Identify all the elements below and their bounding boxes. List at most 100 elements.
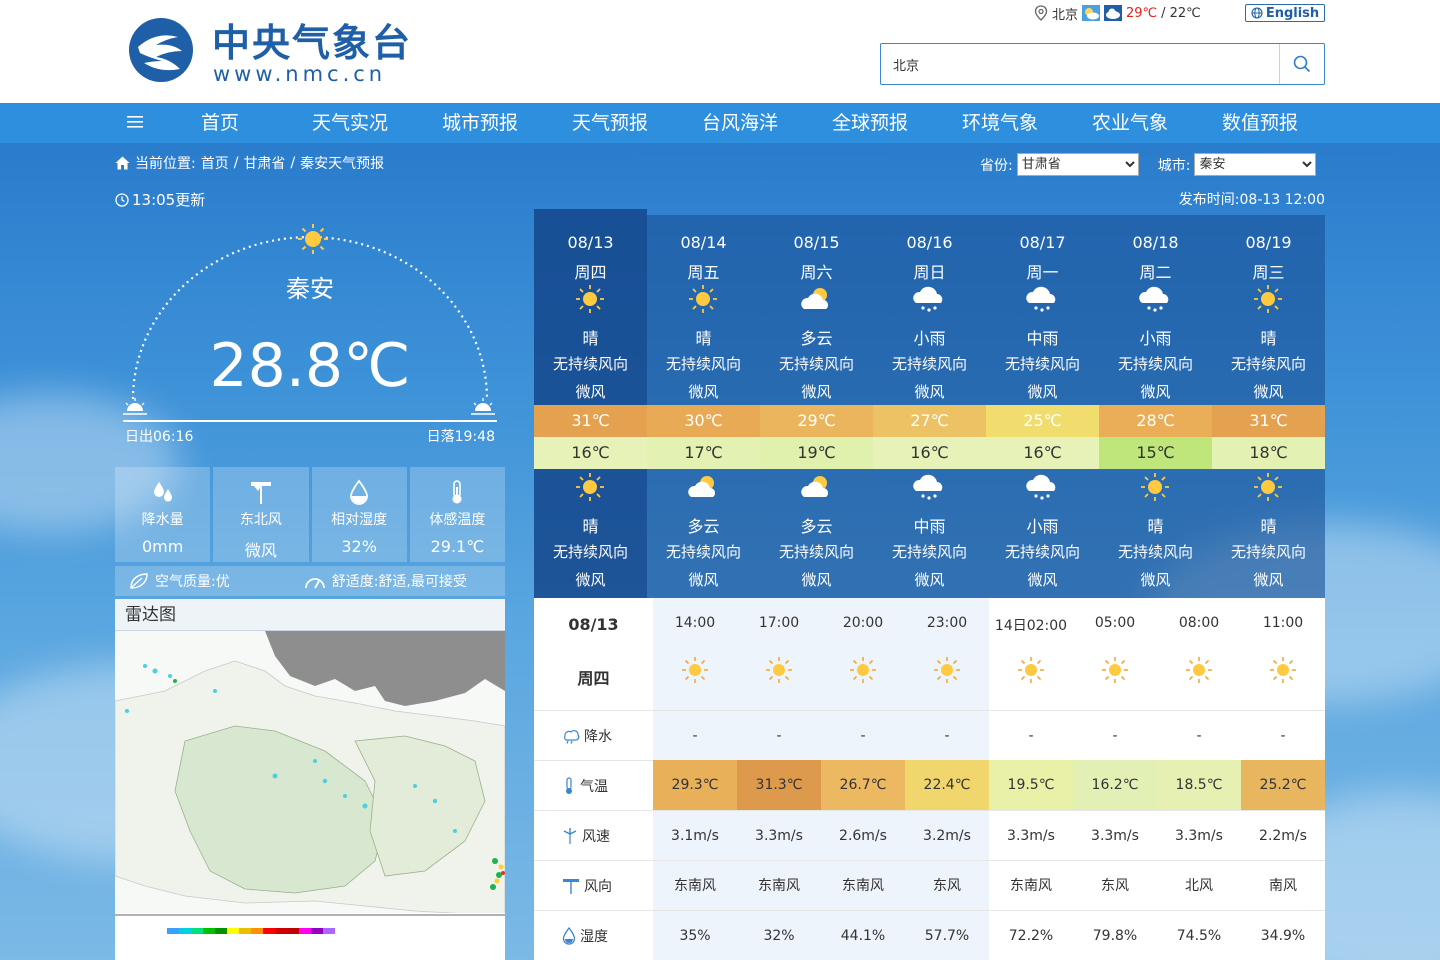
hourly-column: 14日02:00 -19.5℃ 3.3m/s 东南风 72.2%	[989, 598, 1073, 960]
forecast-night-wind-power: 微风	[1140, 571, 1171, 589]
search-button[interactable]	[1279, 44, 1324, 84]
forecast-high-temp: 28℃	[1099, 405, 1212, 437]
rain-wind-icon	[564, 729, 580, 744]
nav-item-agriculture[interactable]: 农业气象	[1075, 103, 1185, 143]
hourly-wind-dir: 东南风	[821, 860, 905, 910]
nav-item-weather-forecast[interactable]: 天气预报	[555, 103, 665, 143]
breadcrumb-prefix: 当前位置:	[135, 156, 196, 172]
hourly-forecast: 08/13 周四 降水 气温 风速 风向 湿度 14:00 - 29.3℃ 3.1…	[534, 598, 1325, 960]
forecast-day-column[interactable]: 08/14 周五晴无持续风向 微风 30℃ 17℃ 多云 无持续风向 微风	[647, 215, 760, 608]
stat-label: 体感温度	[429, 512, 486, 528]
nav-item-global[interactable]: 全球预报	[815, 103, 925, 143]
search-box	[880, 43, 1325, 85]
nmc-logo-icon[interactable]	[126, 17, 196, 83]
forecast-date: 08/13	[567, 233, 614, 252]
forecast-day-column[interactable]: 08/19 周三晴无持续风向 微风 31℃ 18℃ 晴无持续风向 微风	[1212, 215, 1325, 608]
sunny-icon	[1101, 656, 1129, 684]
hourly-wind-dir: 东南风	[653, 860, 737, 910]
nav-item-city-forecast[interactable]: 城市预报	[425, 103, 535, 143]
hourly-time: 23:00	[926, 615, 968, 631]
air-quality-bar: 空气质量:优 舒适度:舒适,最可接受	[115, 566, 505, 596]
forecast-day-column[interactable]: 08/18 周二 小雨 无持续风向 微风 28℃ 15℃ 晴无持续风向 微风	[1099, 215, 1212, 608]
hourly-precip: -	[1241, 710, 1325, 760]
nav-item-numerical[interactable]: 数值预报	[1205, 103, 1315, 143]
top-city: 北京	[1052, 7, 1079, 23]
hourly-time: 14日02:00	[994, 618, 1068, 634]
hourly-wind-speed: 3.3m/s	[1157, 810, 1241, 860]
row-label-temp: 气温	[534, 760, 653, 810]
forecast-day-wind-dir: 无持续风向	[778, 355, 854, 373]
top-temp-separator: /	[1161, 5, 1166, 21]
forecast-high-temp: 25℃	[986, 405, 1099, 437]
hourly-time: 14:00	[674, 615, 716, 631]
hourly-temp: 25.2℃	[1241, 760, 1325, 810]
forecast-day-wind-power: 微风	[1140, 383, 1171, 401]
windmill-icon	[563, 827, 577, 844]
search-input[interactable]	[881, 44, 1279, 84]
province-label: 省份:	[980, 157, 1013, 174]
hourly-wind-speed: 2.6m/s	[821, 810, 905, 860]
forecast-day-column[interactable]: 08/17 周一 中雨 无持续风向 微风 25℃ 16℃ 小雨 无持续风向 微风	[986, 215, 1099, 608]
clock-icon	[115, 192, 129, 207]
forecast-weekday: 周日	[913, 263, 946, 282]
english-label: English	[1265, 5, 1320, 21]
forecast-weekday: 周二	[1139, 263, 1172, 282]
forecast-day-wind-power: 微风	[1253, 383, 1284, 401]
forecast-weekday: 周四	[574, 263, 607, 282]
nav-item-typhoon[interactable]: 台风海洋	[685, 103, 795, 143]
forecast-day-wind-power: 微风	[801, 383, 832, 401]
forecast-day-weather: 小雨	[1139, 329, 1172, 348]
sunny-icon	[1269, 656, 1297, 684]
location-pin-icon	[1034, 5, 1048, 21]
hourly-labels: 08/13 周四 降水 气温 风速 风向 湿度	[534, 598, 653, 960]
sunny-icon	[570, 283, 610, 315]
row-label-text: 湿度	[580, 928, 608, 945]
forecast-date: 08/16	[906, 233, 953, 252]
province-select[interactable]: 甘肃省	[1016, 153, 1139, 176]
forecast-high-temp: 29℃	[760, 405, 873, 437]
forecast-day-wind-power: 微风	[1027, 383, 1058, 401]
forecast-low-temp: 16℃	[534, 437, 647, 469]
forecast-day-weather: 晴	[582, 329, 599, 348]
row-label-text: 风速	[582, 828, 610, 845]
hourly-humidity: 72.2%	[989, 910, 1073, 960]
nav-item-home[interactable]: 首页	[165, 103, 275, 143]
forecast-night-wind-dir: 无持续风向	[891, 543, 967, 561]
forecast-low-temp: 16℃	[986, 437, 1099, 469]
hourly-humidity: 35%	[653, 910, 737, 960]
forecast-day-column[interactable]: 08/15 周六 多云 无持续风向 微风 29℃ 19℃ 多云 无持续风向 微风	[760, 215, 873, 608]
logo-title[interactable]: 中央气象台	[212, 20, 412, 66]
row-label-precip: 降水	[534, 710, 653, 760]
forecast-day-column[interactable]: 08/13 周四晴无持续风向 微风 31℃ 16℃ 晴无持续风向 微风	[534, 209, 647, 608]
breadcrumb-home[interactable]: 首页	[201, 153, 229, 173]
logo-url: www.nmc.cn	[213, 62, 387, 86]
hourly-column: 05:00 -16.2℃ 3.3m/s 东风 79.8%	[1073, 598, 1157, 960]
city-select[interactable]: 秦安	[1194, 153, 1317, 176]
forecast-day-column[interactable]: 08/16 周日 小雨 无持续风向 微风 27℃ 16℃ 中雨 无持续风向 微风	[873, 215, 986, 608]
forecast-day-wind-dir: 无持续风向	[891, 355, 967, 373]
menu-icon[interactable]	[127, 115, 143, 129]
breadcrumb-province[interactable]: 甘肃省	[243, 153, 285, 173]
hourly-wind-dir: 东风	[1073, 860, 1157, 910]
forecast-high-temp: 30℃	[647, 405, 760, 437]
sunny-icon	[1248, 471, 1288, 503]
top-weather-widget[interactable]: 北京 29℃ / 22℃	[1034, 3, 1201, 23]
hourly-temp: 26.7℃	[821, 760, 905, 810]
hourly-date: 08/13	[568, 615, 619, 634]
nav-item-environment[interactable]: 环境气象	[945, 103, 1055, 143]
hourly-precip: -	[989, 710, 1073, 760]
forecast-night-wind-power: 微风	[1253, 571, 1284, 589]
english-button[interactable]: English	[1245, 4, 1325, 22]
rain-cloud-icon	[909, 471, 949, 503]
hourly-precip: -	[737, 710, 821, 760]
hourly-temp: 29.3℃	[653, 760, 737, 810]
forecast-night-wind-power: 微风	[914, 571, 945, 589]
forecast-low-temp: 16℃	[873, 437, 986, 469]
radar-map[interactable]	[115, 631, 505, 960]
forecast-low-temp: 18℃	[1212, 437, 1325, 469]
hourly-time: 08:00	[1178, 615, 1220, 631]
forecast-day-weather: 晴	[695, 329, 712, 348]
sunny-icon	[765, 656, 793, 684]
stat-precipitation: 降水量 0mm	[115, 467, 211, 562]
nav-item-live-weather[interactable]: 天气实况	[295, 103, 405, 143]
